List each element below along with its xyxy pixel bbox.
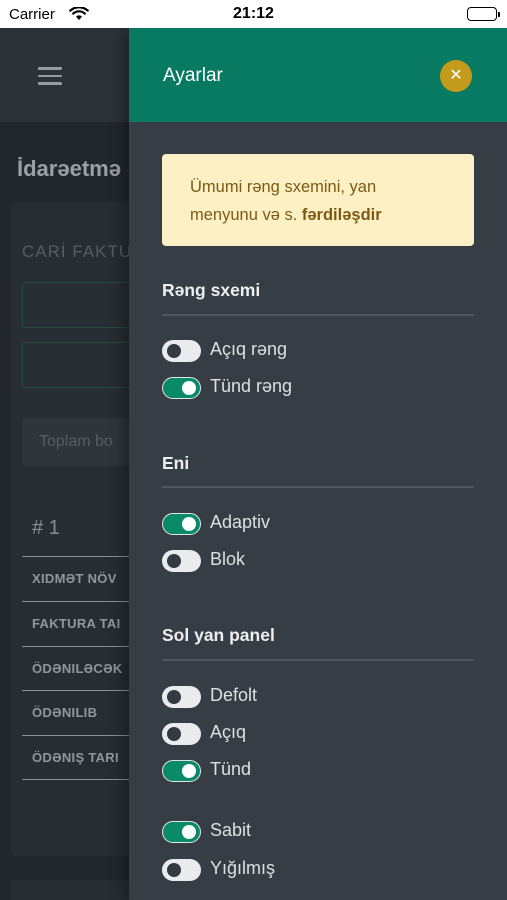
option-sidebar-fixed[interactable]: Sabit [162,819,412,845]
divider [162,486,474,488]
option-sidebar-light[interactable]: Açıq [162,721,412,747]
option-label: Tünd rəng [210,376,293,396]
status-bar: Carrier 21:12 [0,0,507,28]
option-label: Açıq rəng [210,339,288,359]
section-title-color-scheme: Rəng sxemi [162,280,261,300]
toggle-switch[interactable] [162,513,201,535]
option-adaptive[interactable]: Adaptiv [162,511,412,537]
toggle-switch[interactable] [162,859,201,881]
divider [162,314,474,316]
clock: 21:12 [233,5,274,22]
section-title-sidebar: Sol yan panel [162,625,275,645]
option-sidebar-default[interactable]: Defolt [162,684,412,710]
toggle-switch[interactable] [162,760,201,782]
toggle-switch[interactable] [162,550,201,572]
option-label: Sabit [210,820,252,840]
option-label: Açıq [210,722,247,742]
option-label: Blok [210,549,246,569]
toggle-switch[interactable] [162,821,201,843]
close-button[interactable]: ✕ [440,60,472,92]
close-icon: ✕ [449,67,463,84]
option-sidebar-dark[interactable]: Tünd [162,758,412,784]
info-alert: Ümumi rəng sxemini, yan menyunu və s. fə… [162,154,474,246]
option-block[interactable]: Blok [162,548,412,574]
settings-drawer: Ayarlar ✕ Ümumi rəng sxemini, yan menyun… [129,28,507,900]
toggle-switch[interactable] [162,686,201,708]
drawer-title: Ayarlar [163,65,223,86]
option-light-scheme[interactable]: Açıq rəng [162,338,412,364]
battery-icon [467,7,500,21]
option-label: Adaptiv [210,512,271,532]
drawer-header: Ayarlar ✕ [129,28,507,122]
option-label: Defolt [210,685,258,705]
section-title-width: Eni [162,453,190,473]
option-label: Yığılmış [210,858,276,878]
info-bold-text: fərdiləşdir [301,206,382,224]
toggle-switch[interactable] [162,340,201,362]
divider [162,659,474,661]
toggle-switch[interactable] [162,377,201,399]
option-sidebar-collapsed[interactable]: Yığılmış [162,857,412,883]
option-label: Tünd [210,759,252,779]
toggle-switch[interactable] [162,723,201,745]
option-dark-scheme[interactable]: Tünd rəng [162,375,412,401]
